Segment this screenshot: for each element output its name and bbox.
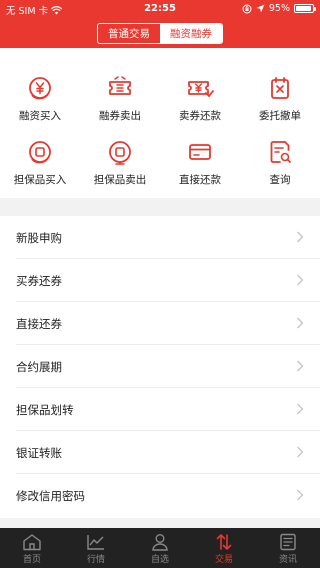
grid-item-label: 查询	[269, 174, 291, 186]
tab-watchlist[interactable]: 自选	[128, 528, 192, 568]
chevron-right-icon	[297, 489, 304, 501]
tab-bar: 首页 行情 自选 交易 资讯	[0, 528, 320, 568]
battery-percent: 95%	[268, 3, 290, 14]
chevron-right-icon	[297, 317, 304, 329]
card-repay-icon	[189, 144, 211, 160]
grid-item-direct-repay[interactable]: 直接还款	[160, 128, 240, 190]
yen-circle-icon	[29, 77, 51, 100]
list-item[interactable]: 直接还券	[0, 302, 320, 345]
grid-item-label: 卖券还款	[179, 110, 221, 122]
chevron-right-icon	[297, 446, 304, 458]
battery-fill	[296, 6, 312, 11]
yen-ticket-icon	[188, 81, 214, 98]
tab-home[interactable]: 首页	[0, 528, 64, 568]
chevron-right-icon	[297, 360, 304, 372]
tab-label: 自选	[150, 555, 169, 565]
grid-item-sell-repay[interactable]: 卖券还款	[160, 64, 240, 126]
tab-label: 首页	[22, 555, 41, 565]
list-item[interactable]: 合约展期	[0, 345, 320, 388]
list-item-label: 直接还券	[16, 316, 62, 331]
collateral-sell-icon	[109, 141, 131, 165]
news-icon	[280, 533, 296, 551]
person-icon	[152, 534, 168, 551]
chart-icon	[87, 535, 104, 550]
tab-label: 资讯	[278, 555, 297, 565]
grid-item-label: 担保品买入	[13, 174, 67, 186]
list-item-label: 担保品划转	[16, 402, 74, 417]
list-item-label: 修改信用密码	[16, 488, 85, 503]
grid-item-label: 委托撤单	[259, 110, 301, 122]
list-item[interactable]: 修改信用密码	[0, 474, 320, 517]
chevron-right-icon	[297, 403, 304, 415]
chevron-right-icon	[297, 231, 304, 243]
status-right: 95%	[242, 3, 316, 14]
function-list: 新股申购买券还券直接还券合约展期担保品划转银证转账修改信用密码	[0, 216, 320, 518]
query-icon	[270, 141, 291, 163]
grid-item-label: 融券卖出	[99, 110, 141, 122]
list-item-label: 合约展期	[16, 359, 62, 374]
cancel-order-icon	[271, 77, 289, 99]
grid-item-label: 担保品卖出	[93, 174, 147, 186]
header: 无 SIM 卡 22:55 95% 普通交易 融资融券	[0, 0, 320, 48]
tab-label: 行情	[86, 555, 105, 565]
chevron-right-icon	[297, 274, 304, 286]
battery-icon	[294, 4, 316, 13]
tab-news[interactable]: 资讯	[256, 528, 320, 568]
tab-market[interactable]: 行情	[64, 528, 128, 568]
trade-mode-segmented-control: 普通交易 融资融券	[97, 23, 223, 44]
ticket-icon	[109, 76, 131, 95]
tab-label: 交易	[214, 555, 233, 565]
tab-trade[interactable]: 交易	[192, 528, 256, 568]
list-item[interactable]: 新股申购	[0, 216, 320, 259]
grid-item-label: 直接还款	[179, 174, 221, 186]
function-grid: 融资买入 融券卖出 卖券还款 委托撤单 担保品买入 担保品卖出 直接还款 查询	[0, 48, 320, 198]
trade-icon	[216, 534, 232, 550]
grid-item-query[interactable]: 查询	[240, 128, 320, 190]
collateral-buy-icon	[29, 141, 51, 164]
grid-item-cancel-order[interactable]: 委托撤单	[240, 64, 320, 126]
location-icon	[256, 4, 265, 13]
grid-item-collateral-sell[interactable]: 担保品卖出	[80, 128, 160, 190]
list-item[interactable]: 银证转账	[0, 431, 320, 474]
list-item[interactable]: 担保品划转	[0, 388, 320, 431]
rotation-lock-icon	[242, 4, 252, 13]
grid-item-short-sell[interactable]: 融券卖出	[80, 64, 160, 126]
segment-normal-trade[interactable]: 普通交易	[98, 24, 160, 43]
list-item-label: 新股申购	[16, 230, 62, 245]
list-item-label: 银证转账	[16, 445, 62, 460]
status-bar: 无 SIM 卡 22:55 95%	[0, 0, 320, 18]
grid-item-margin-buy[interactable]: 融资买入	[0, 64, 80, 126]
segment-margin-trade[interactable]: 融资融券	[160, 24, 222, 43]
home-icon	[23, 534, 41, 551]
list-item[interactable]: 买券还券	[0, 259, 320, 302]
grid-item-label: 融资买入	[19, 110, 61, 122]
list-item-label: 买券还券	[16, 273, 62, 288]
grid-item-collateral-buy[interactable]: 担保品买入	[0, 128, 80, 190]
section-divider	[0, 198, 320, 216]
